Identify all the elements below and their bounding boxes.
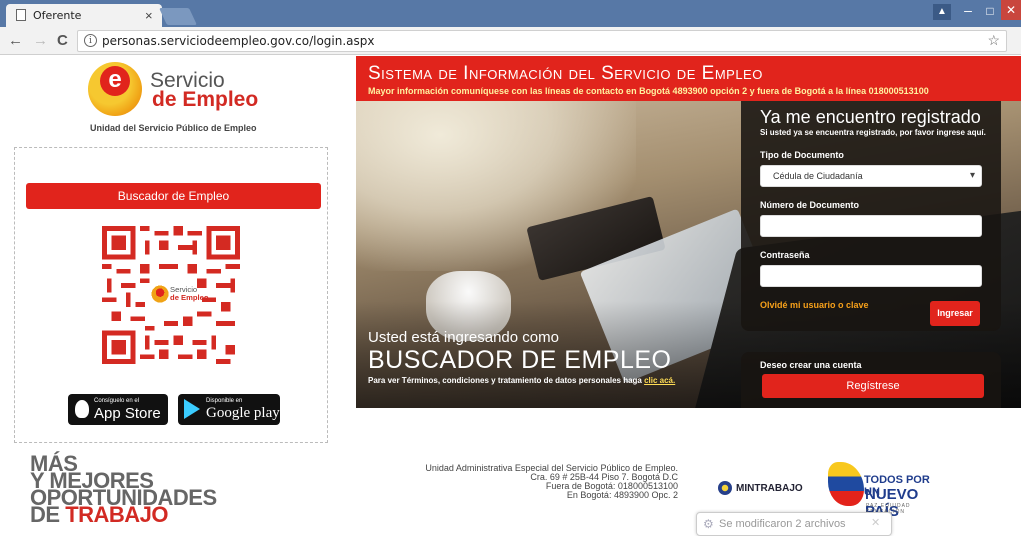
address-bar: ← → C i personas.serviciodeempleo.gov.co… xyxy=(0,27,1021,55)
maximize-button[interactable]: □ xyxy=(980,2,1000,20)
app-store-badge[interactable]: Consíguelo en el App Store xyxy=(68,394,168,425)
password-input[interactable] xyxy=(760,265,982,287)
google-play-small-text: Disponible en xyxy=(206,398,243,404)
app-store-small-text: Consíguelo en el xyxy=(94,398,140,404)
new-tab-button[interactable] xyxy=(159,8,197,25)
banner-title: Sistema de Información del Servicio de E… xyxy=(368,63,763,84)
browser-tabstrip: Oferente × ▲ – □ ✕ xyxy=(0,0,1021,27)
header-banner: Sistema de Información del Servicio de E… xyxy=(356,56,1021,101)
hero-terms: Para ver Términos, condiciones y tratami… xyxy=(368,376,676,385)
info-icon[interactable]: i xyxy=(84,34,97,47)
register-button[interactable]: Regístrese xyxy=(762,374,984,398)
forward-icon[interactable]: → xyxy=(33,32,48,49)
url-input[interactable]: i personas.serviciodeempleo.gov.co/login… xyxy=(77,30,1007,52)
job-search-button[interactable]: Buscador de Empleo xyxy=(26,183,321,209)
doc-number-input[interactable] xyxy=(760,215,982,237)
gear-icon: ⚙ xyxy=(703,517,714,531)
close-window-button[interactable]: ✕ xyxy=(1001,0,1021,20)
tab-close-icon[interactable]: × xyxy=(145,8,153,23)
hero-role: BUSCADOR DE EMPLEO xyxy=(368,346,672,374)
doc-number-label: Número de Documento xyxy=(760,200,860,210)
logo-text-empleo: de Empleo xyxy=(152,88,259,111)
site-logo[interactable]: e Servicio de Empleo xyxy=(88,62,268,122)
login-title: Ya me encuentro registrado xyxy=(760,107,981,127)
url-text[interactable]: personas.serviciodeempleo.gov.co/login.a… xyxy=(102,34,374,48)
app-store-big-text: App Store xyxy=(94,405,161,422)
hero-intro: Usted está ingresando como xyxy=(368,329,559,346)
tab-title: Oferente xyxy=(33,9,82,22)
qr-code[interactable]: Servicio de Empleo xyxy=(102,226,240,364)
browser-tab[interactable]: Oferente × xyxy=(6,4,162,27)
google-play-badge[interactable]: Disponible en Google play xyxy=(178,394,280,425)
doc-type-label: Tipo de Documento xyxy=(760,150,844,160)
login-panel: Ya me encuentro registrado Si usted ya s… xyxy=(741,101,1001,331)
unit-label: Unidad del Servicio Público de Empleo xyxy=(90,123,257,133)
toast-close-icon[interactable]: ✕ xyxy=(871,516,880,529)
nuevo-pais-logo[interactable]: TODOS POR UN NUEVO PAÍS PAZ EQUIDAD EDUC… xyxy=(828,462,943,520)
google-play-icon xyxy=(184,399,200,419)
apple-icon xyxy=(75,400,89,418)
login-subtitle: Si usted ya se encuentra registrado, por… xyxy=(760,128,986,137)
flag-icon xyxy=(828,462,864,506)
profile-icon[interactable]: ▲ xyxy=(933,4,951,20)
logo-e-icon: e xyxy=(88,62,142,116)
tagline: MÁS Y MEJORES OPORTUNIDADES DE TRABAJO xyxy=(30,453,217,526)
toast-text: Se modificaron 2 archivos xyxy=(719,518,846,530)
minimize-button[interactable]: – xyxy=(958,2,978,20)
register-panel: Deseo crear una cuenta Regístrese xyxy=(741,352,1001,408)
back-icon[interactable]: ← xyxy=(8,32,23,49)
register-label: Deseo crear una cuenta xyxy=(760,360,862,370)
login-button[interactable]: Ingresar xyxy=(930,301,980,326)
doc-type-select[interactable]: Cédula de Ciudadanía ▾ xyxy=(760,165,982,187)
qr-logo-line2: de Empleo xyxy=(170,293,209,302)
bookmark-star-icon[interactable]: ☆ xyxy=(987,32,1000,49)
doc-type-value: Cédula de Ciudadanía xyxy=(773,171,863,181)
password-label: Contraseña xyxy=(760,250,810,260)
chevron-down-icon: ▾ xyxy=(969,170,975,181)
mintrabajo-logo[interactable]: MINTRABAJO xyxy=(718,477,818,499)
forgot-credentials-link[interactable]: Olvidé mi usuario o clave xyxy=(760,300,869,310)
page-icon xyxy=(16,9,26,21)
seal-icon xyxy=(718,481,732,495)
google-play-big-text: Google play xyxy=(206,405,280,421)
reload-icon[interactable]: C xyxy=(57,32,68,49)
terms-link[interactable]: clic acá. xyxy=(644,376,675,385)
banner-subtitle: Mayor información comuníquese con las lí… xyxy=(368,86,929,96)
app-download-panel: Buscador de Empleo Servicio de Empleo Co… xyxy=(14,147,328,443)
files-modified-toast[interactable]: ⚙ Se modificaron 2 archivos ✕ xyxy=(696,512,892,536)
footer-address: Unidad Administrativa Especial del Servi… xyxy=(425,463,678,500)
